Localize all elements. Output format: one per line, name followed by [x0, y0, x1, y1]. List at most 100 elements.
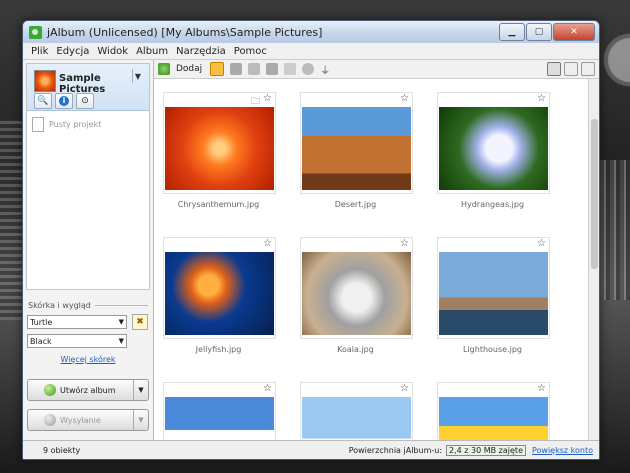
gallery-item[interactable]: ☆ Desert.jpg — [300, 92, 413, 209]
thumbnail-frame: ☆ — [163, 382, 276, 441]
thumbnail-filename: Koala.jpg — [337, 345, 374, 354]
skin-select[interactable]: Turtle ▼ — [27, 315, 127, 329]
gallery-item[interactable]: ☆ — [163, 382, 276, 441]
gallery-item[interactable]: ☆ Koala.jpg — [300, 237, 413, 354]
thumbnail-frame: ☆ — [300, 92, 413, 194]
create-album-button[interactable]: Utwórz album ▼ — [27, 379, 149, 401]
grid-view-icon[interactable] — [547, 62, 561, 76]
info-button[interactable]: i — [55, 93, 73, 109]
thumbnail-filename: Jellyfish.jpg — [195, 345, 242, 354]
menu-album[interactable]: Album — [132, 46, 172, 57]
gallery-item[interactable]: ☆ Jellyfish.jpg — [163, 237, 276, 354]
gallery-scrollbar[interactable] — [588, 79, 599, 441]
star-icon[interactable]: ☆ — [400, 93, 409, 104]
maximize-button[interactable]: ▢ — [526, 23, 552, 41]
tag-button[interactable]: ⊙ — [76, 93, 94, 109]
thumbnail-filename: Desert.jpg — [334, 200, 377, 209]
thumbnail-filename: Lighthouse.jpg — [462, 345, 522, 354]
left-panel: Sample Pictures ▼ 🔍 i ⊙ Pusty projekt Sk… — [23, 60, 154, 441]
project-item[interactable]: Pusty projekt — [27, 111, 149, 138]
menu-plik[interactable]: Plik — [27, 46, 52, 57]
search-icon: 🔍 — [37, 96, 49, 106]
right-panel: Dodaj ⏚ ☆ 🗀 Chrysanthemum.jpg ☆ Desert.jpg ☆ H… — [154, 60, 599, 441]
folder-icon[interactable] — [230, 63, 243, 75]
add-button[interactable]: Dodaj — [176, 64, 202, 74]
gallery-item[interactable]: ☆ Hydrangeas.jpg — [437, 92, 550, 209]
menu-pomoc[interactable]: Pomoc — [230, 46, 271, 57]
close-button[interactable]: ✕ — [553, 23, 595, 41]
thumbnail-filename: Hydrangeas.jpg — [460, 200, 525, 209]
thumbnail-image — [302, 397, 411, 441]
star-icon[interactable]: ☆ — [537, 238, 546, 249]
jalbum-window: jAlbum (Unlicensed) [My Albums\Sample Pi… — [22, 20, 600, 460]
thumbnail-image — [165, 252, 274, 335]
album-explorer: Sample Pictures ▼ 🔍 i ⊙ Pusty projekt — [26, 63, 150, 290]
thumbnail-filename: Chrysanthemum.jpg — [177, 200, 260, 209]
thumbnail-image — [302, 107, 411, 190]
album-thumbnail — [34, 70, 56, 92]
jalbum-app-icon — [29, 25, 42, 39]
folder-icon[interactable]: 🗀 — [251, 94, 260, 110]
skin-section-title: Skórka i wygląd — [28, 301, 148, 310]
album-tools: 🔍 i ⊙ — [34, 93, 97, 109]
upload-button[interactable]: Wysyłanie ▼ — [27, 409, 149, 431]
thumbnail-frame: ☆ — [300, 237, 413, 339]
title-bar: jAlbum (Unlicensed) [My Albums\Sample Pi… — [23, 21, 599, 43]
thumbnail-frame: ☆ — [437, 92, 550, 194]
chevron-down-icon: ▼ — [118, 337, 124, 345]
thumbnail-image — [439, 107, 548, 190]
chevron-down-icon: ▼ — [118, 318, 124, 326]
create-album-dropdown[interactable]: ▼ — [133, 380, 148, 400]
star-icon[interactable]: ☆ — [400, 238, 409, 249]
skin-settings-button[interactable]: ✖ — [132, 314, 148, 330]
status-bar: 9 obiekty Powierzchnia jAlbum-u: 2,4 z 3… — [23, 440, 599, 459]
upload-dropdown[interactable]: ▼ — [133, 410, 148, 430]
more-skins-link[interactable]: Więcej skórek — [60, 355, 115, 364]
project-label: Pusty projekt — [49, 120, 102, 129]
new-folder-icon[interactable] — [210, 62, 225, 76]
thumbnail-frame: ☆ — [437, 237, 550, 339]
menu-widok[interactable]: Widok — [93, 46, 132, 57]
edit-view-icon[interactable] — [564, 62, 578, 76]
item-count: 9 obiekty — [43, 445, 81, 455]
thumbnail-frame: ☆ — [437, 382, 550, 441]
window-controls: ▁ ▢ ✕ — [498, 23, 595, 41]
star-icon[interactable]: ☆ — [263, 93, 272, 104]
thumbnail-gallery: ☆ 🗀 Chrysanthemum.jpg ☆ Desert.jpg ☆ Hydrangea… — [154, 79, 599, 441]
explorer-toolbar: Dodaj ⏚ — [154, 60, 599, 79]
thumbnail-frame: ☆ 🗀 — [163, 92, 276, 194]
thumbnail-image — [165, 397, 274, 441]
star-icon[interactable]: ☆ — [263, 238, 272, 249]
menu-narzedzia[interactable]: Narzędzia — [172, 46, 230, 57]
rotate-icon[interactable] — [266, 63, 279, 75]
style-select[interactable]: Black ▼ — [27, 334, 127, 348]
filter-icon[interactable]: ⏚ — [320, 62, 330, 77]
document-icon — [32, 117, 44, 132]
chevron-down-icon[interactable]: ▼ — [135, 72, 141, 81]
menu-edycja[interactable]: Edycja — [52, 46, 93, 57]
space-meter: 2,4 z 30 MB zajęte — [446, 444, 526, 456]
preview-icon[interactable] — [581, 62, 595, 76]
album-header-divider — [132, 69, 133, 83]
star-icon[interactable]: ☆ — [537, 93, 546, 104]
thumbnail-frame: ☆ — [163, 237, 276, 339]
search-button[interactable]: 🔍 — [34, 93, 52, 109]
gallery-item[interactable]: ☆ — [300, 382, 413, 441]
edit-icon[interactable] — [284, 63, 297, 75]
gallery-item[interactable]: ☆ Lighthouse.jpg — [437, 237, 550, 354]
star-icon[interactable]: ☆ — [263, 383, 272, 394]
star-icon[interactable]: ☆ — [400, 383, 409, 394]
minimize-button[interactable]: ▁ — [499, 23, 525, 41]
add-icon[interactable] — [158, 63, 170, 75]
gallery-item[interactable]: ☆ 🗀 Chrysanthemum.jpg — [163, 92, 276, 209]
copy-icon[interactable] — [248, 63, 261, 75]
main-content: Sample Pictures ▼ 🔍 i ⊙ Pusty projekt Sk… — [23, 60, 599, 441]
remove-icon[interactable] — [302, 63, 315, 75]
star-icon[interactable]: ☆ — [537, 383, 546, 394]
desktop-background-left — [0, 120, 22, 320]
album-header[interactable]: Sample Pictures ▼ 🔍 i ⊙ — [27, 64, 149, 111]
gallery-item[interactable]: ☆ — [437, 382, 550, 441]
upgrade-account-link[interactable]: Powiększ konto — [532, 446, 593, 455]
scrollbar-thumb[interactable] — [591, 119, 598, 269]
upload-icon — [44, 414, 56, 426]
